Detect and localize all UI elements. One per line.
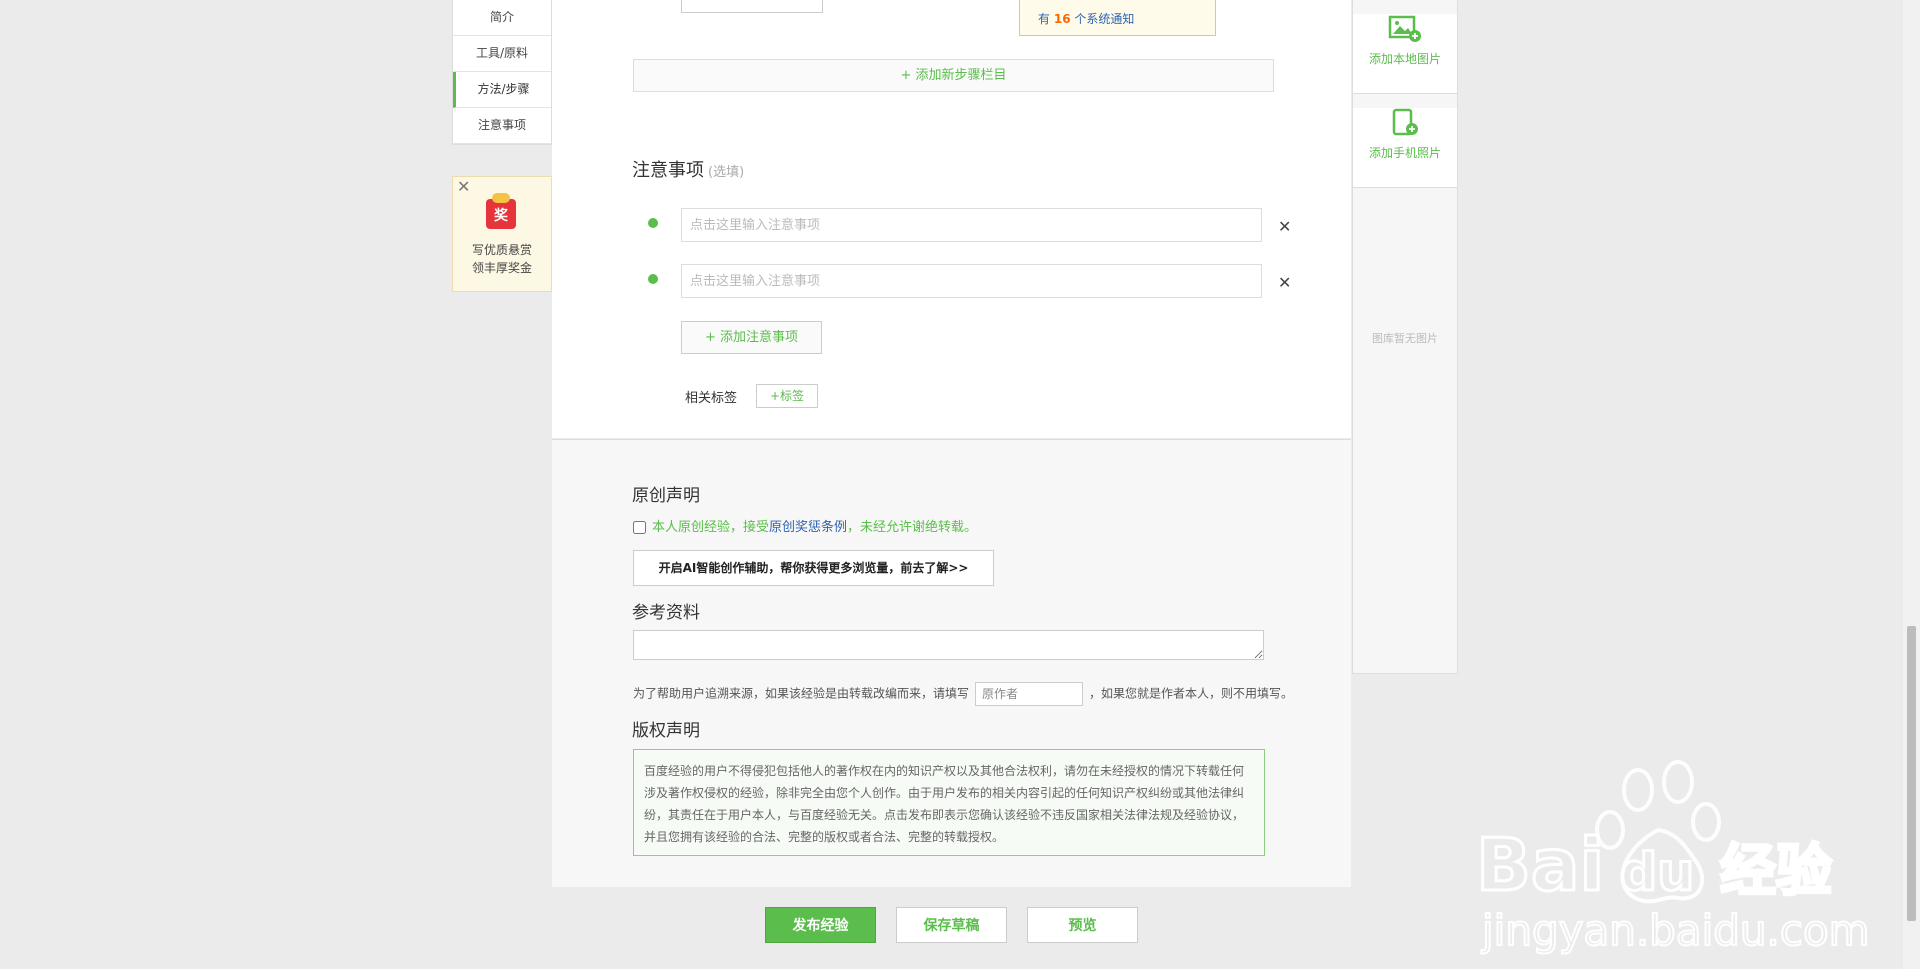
nav-item-steps[interactable]: 方法/步骤 (453, 72, 551, 108)
bullet-icon (648, 218, 658, 228)
remove-note-2-icon[interactable]: ✕ (1278, 273, 1291, 292)
add-step-button-partial[interactable] (681, 0, 823, 13)
copyright-text: 百度经验的用户不得侵犯包括他人的著作权在内的知识产权以及其他合法权利，请勿在未经… (633, 749, 1265, 856)
close-icon[interactable]: ✕ (457, 177, 470, 196)
svg-text:du: du (1620, 843, 1694, 903)
image-panel: 添加本地图片 添加手机照片 图库暂无图片 (1352, 0, 1458, 674)
baidu-watermark: Bai du 经验 jingyan.baidu.com (1475, 760, 1871, 956)
save-draft-button[interactable]: 保存草稿 (896, 907, 1007, 943)
add-local-image-button[interactable]: 添加本地图片 (1353, 14, 1457, 94)
scrollbar-thumb[interactable] (1907, 626, 1916, 921)
notes-title: 注意事项 (选填) (632, 160, 745, 181)
ai-assist-button[interactable]: 开启AI智能创作辅助，帮你获得更多浏览量，前去了解>> (633, 550, 994, 586)
reference-title: 参考资料 (632, 603, 700, 623)
nav-item-notes[interactable]: 注意事项 (453, 108, 551, 144)
svg-text:Bai: Bai (1476, 823, 1604, 907)
add-note-button[interactable]: + 添加注意事项 (681, 321, 822, 354)
notification-count: 16 (1053, 12, 1071, 26)
tags-label: 相关标签 (685, 391, 738, 406)
bullet-icon (648, 274, 658, 284)
original-rules-link[interactable]: 原创奖惩条例 (769, 520, 847, 535)
reward-promo[interactable]: ✕ 奖 写优质悬赏 领丰厚奖金 (452, 176, 552, 292)
left-nav: 简介 工具/原料 方法/步骤 注意事项 (452, 0, 552, 145)
system-notification[interactable]: 有 16 个系统通知 (1019, 0, 1216, 36)
page-scrollbar[interactable] (1903, 0, 1920, 969)
promo-text: 写优质悬赏 领丰厚奖金 (471, 243, 532, 275)
reference-hint: 为了帮助用户追溯来源，如果该经验是由转载改编而来，请填写，如果您就是作者本人，则… (633, 682, 1293, 706)
red-envelope-icon: 奖 (486, 193, 516, 229)
preview-button[interactable]: 预览 (1027, 907, 1138, 943)
svg-text:jingyan.baidu.com: jingyan.baidu.com (1481, 906, 1870, 955)
reference-textarea[interactable] (633, 630, 1264, 660)
remove-note-1-icon[interactable]: ✕ (1278, 217, 1291, 236)
add-phone-icon (1392, 108, 1418, 136)
add-phone-photo-button[interactable]: 添加手机照片 (1353, 108, 1457, 188)
publish-button[interactable]: 发布经验 (765, 907, 876, 943)
add-tag-button[interactable]: +标签 (756, 384, 818, 408)
note-input-2[interactable] (681, 264, 1262, 298)
original-row: 本人原创经验，接受原创奖惩条例，未经允许谢绝转载。 (633, 516, 977, 535)
svg-text:经验: 经验 (1720, 839, 1832, 904)
original-author-input[interactable] (975, 682, 1084, 706)
note-input-1[interactable] (681, 208, 1262, 242)
nav-item-tools[interactable]: 工具/原料 (453, 36, 551, 72)
gallery-empty-text: 图库暂无图片 (1372, 332, 1438, 345)
original-title: 原创声明 (632, 486, 700, 506)
nav-item-intro[interactable]: 简介 (453, 0, 551, 36)
add-step-section-button[interactable]: + 添加新步骤栏目 (633, 59, 1274, 92)
original-checkbox[interactable] (633, 521, 646, 534)
copyright-title: 版权声明 (632, 721, 700, 741)
add-image-icon (1388, 15, 1421, 42)
